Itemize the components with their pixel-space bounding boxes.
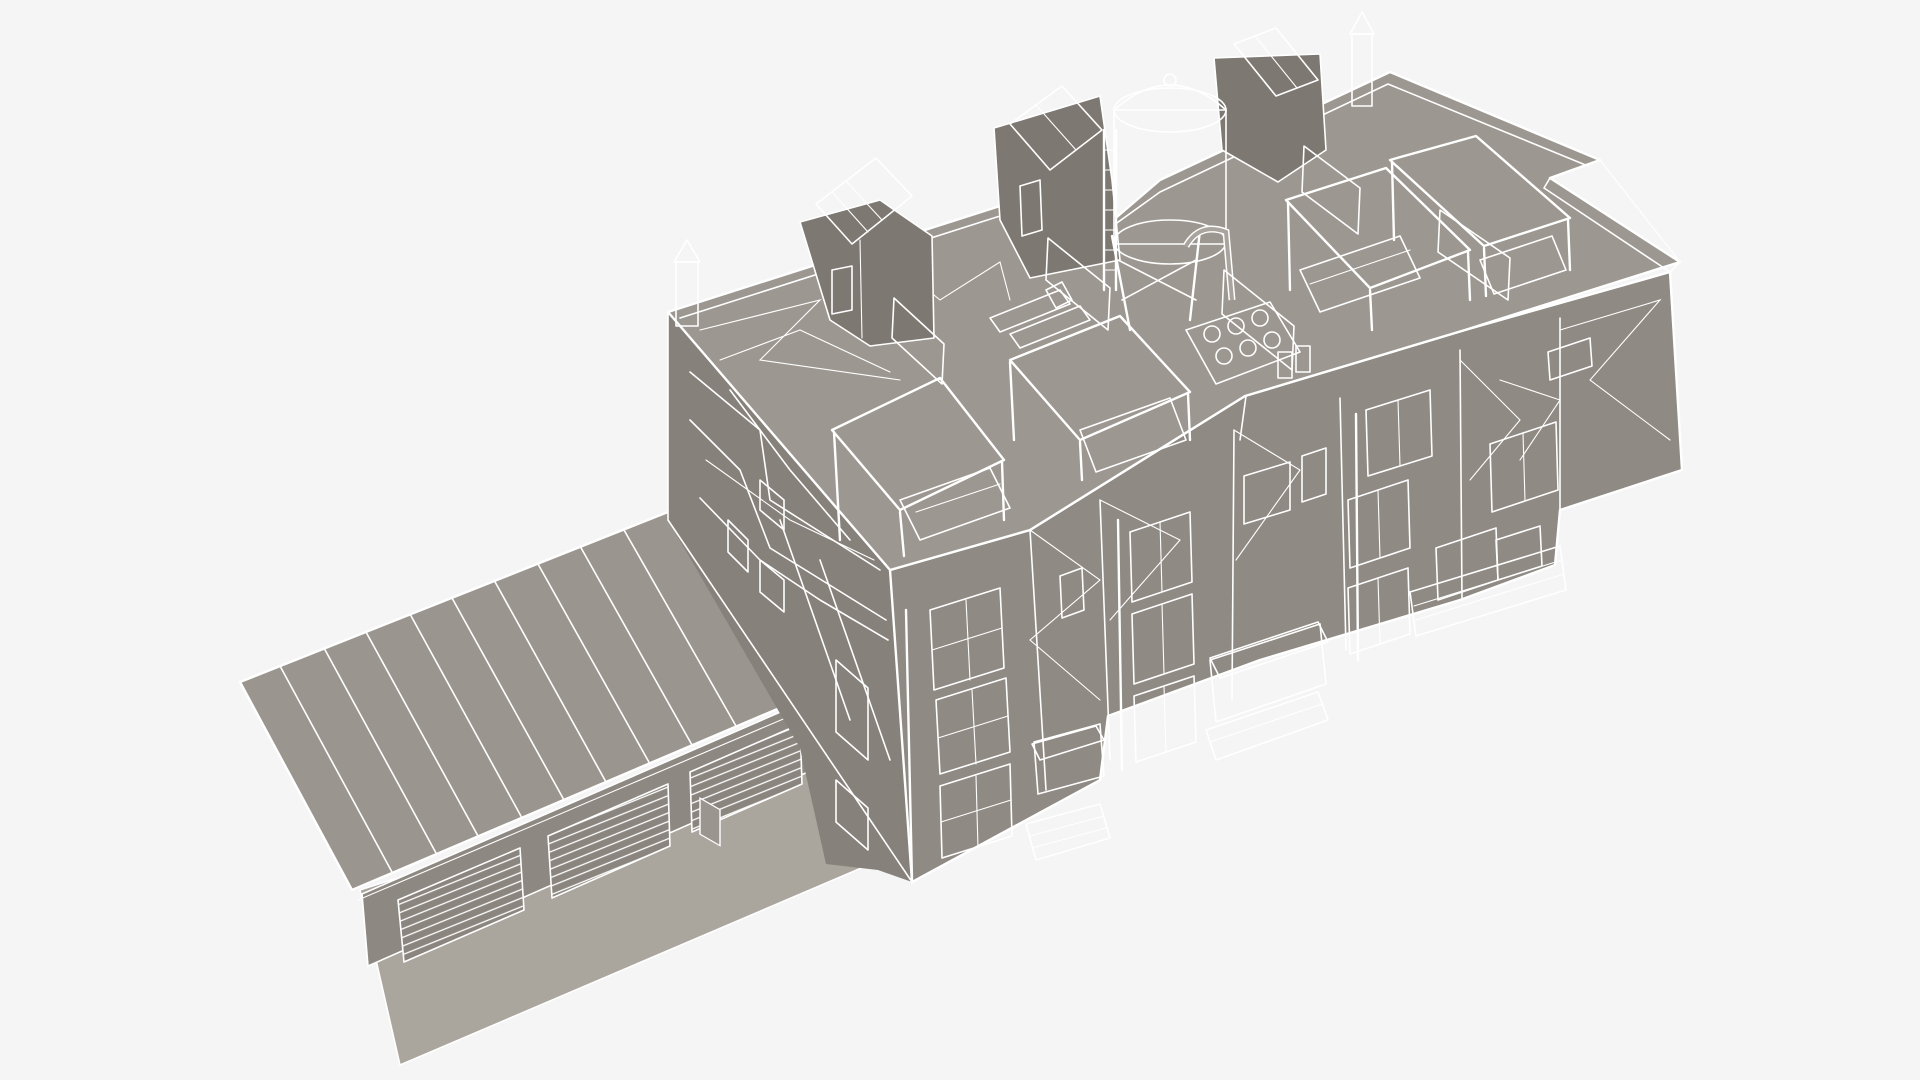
building-render bbox=[238, 11, 1684, 1066]
render-viewport bbox=[0, 0, 1920, 1080]
